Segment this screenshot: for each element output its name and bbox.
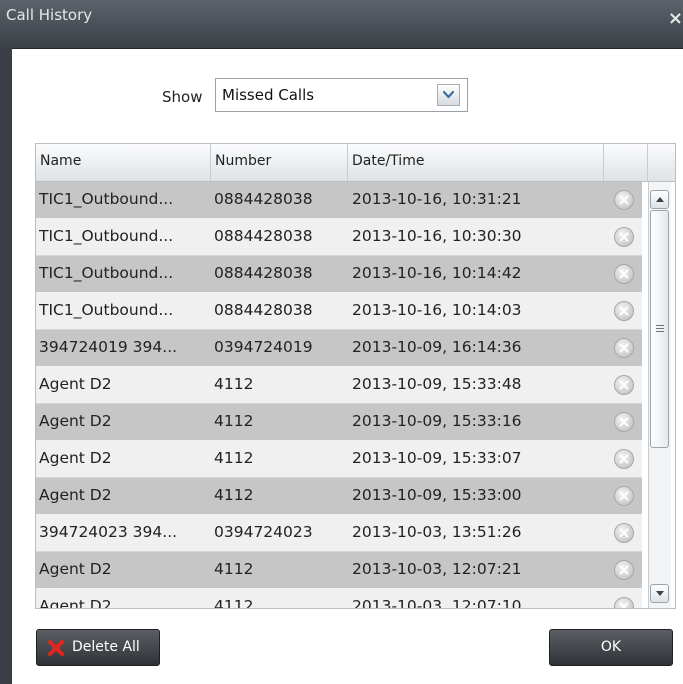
row-number: 4112 xyxy=(214,597,254,609)
row-number: 0394724019 xyxy=(214,338,313,356)
chevron-down-icon[interactable] xyxy=(437,84,460,106)
table-row[interactable]: Agent D2 4112 2013-10-09, 15:33:00 xyxy=(36,478,642,515)
thumb-grip-line xyxy=(656,331,664,332)
row-number: 0884428038 xyxy=(214,227,313,245)
call-history-table: Name Number Date/Time TIC1_Outbound... 08… xyxy=(35,143,676,609)
row-datetime: 2013-10-16, 10:31:21 xyxy=(352,190,522,208)
show-filter-value: Missed Calls xyxy=(222,86,315,104)
column-header-name[interactable]: Name xyxy=(36,144,211,181)
red-x-icon xyxy=(47,639,65,661)
row-number: 4112 xyxy=(214,449,254,467)
row-datetime: 2013-10-16, 10:14:03 xyxy=(352,301,522,319)
table-row[interactable]: Agent D2 4112 2013-10-03, 12:07:21 xyxy=(36,552,642,589)
circle-x-icon[interactable] xyxy=(614,338,634,358)
row-datetime: 2013-10-09, 15:33:07 xyxy=(352,449,522,467)
row-datetime: 2013-10-03, 12:07:10 xyxy=(352,597,522,609)
row-datetime: 2013-10-09, 15:33:00 xyxy=(352,486,522,504)
row-number: 4112 xyxy=(214,375,254,393)
table-row[interactable]: Agent D2 4112 2013-10-09, 15:33:48 xyxy=(36,367,642,404)
circle-x-icon[interactable] xyxy=(614,375,634,395)
ok-button[interactable]: OK xyxy=(549,629,673,666)
circle-x-icon[interactable] xyxy=(614,412,634,432)
table-row[interactable]: TIC1_Outbound... 0884428038 2013-10-16, 10… xyxy=(36,182,642,219)
row-number: 0884428038 xyxy=(214,301,313,319)
circle-x-icon[interactable] xyxy=(614,190,634,210)
row-name: TIC1_Outbound... xyxy=(39,190,174,208)
row-datetime: 2013-10-03, 13:51:26 xyxy=(352,523,522,541)
row-name: 394724023 394... xyxy=(39,523,178,541)
row-datetime: 2013-10-16, 10:30:30 xyxy=(352,227,522,245)
table-row[interactable]: 394724019 394... 0394724019 2013-10-09, 16… xyxy=(36,330,642,367)
row-name: TIC1_Outbound... xyxy=(39,301,174,319)
table-row[interactable]: TIC1_Outbound... 0884428038 2013-10-16, 10… xyxy=(36,219,642,256)
row-name: Agent D2 xyxy=(39,597,112,609)
thumb-grip-line xyxy=(656,328,664,329)
table-header: Name Number Date/Time xyxy=(36,144,675,182)
show-filter-label: Show xyxy=(162,88,203,106)
row-datetime: 2013-10-09, 15:33:16 xyxy=(352,412,522,430)
row-name: Agent D2 xyxy=(39,449,112,467)
table-row[interactable]: 394724023 394... 0394724023 2013-10-03, 13… xyxy=(36,515,642,552)
table-row[interactable]: TIC1_Outbound... 0884428038 2013-10-16, 10… xyxy=(36,256,642,293)
circle-x-icon[interactable] xyxy=(614,597,634,608)
close-icon[interactable]: × xyxy=(668,10,683,28)
row-name: Agent D2 xyxy=(39,560,112,578)
circle-x-icon[interactable] xyxy=(614,449,634,469)
row-number: 4112 xyxy=(214,486,254,504)
circle-x-icon[interactable] xyxy=(614,227,634,247)
row-datetime: 2013-10-09, 16:14:36 xyxy=(352,338,522,356)
call-history-window: Call History × Show Missed Calls Name Nu… xyxy=(0,0,683,684)
show-filter-select[interactable]: Missed Calls xyxy=(215,78,468,112)
row-number: 4112 xyxy=(214,560,254,578)
row-number: 0394724023 xyxy=(214,523,313,541)
column-header-datetime[interactable]: Date/Time xyxy=(348,144,604,181)
row-number: 4112 xyxy=(214,412,254,430)
circle-x-icon[interactable] xyxy=(614,560,634,580)
ok-label: OK xyxy=(600,639,622,655)
row-datetime: 2013-10-16, 10:14:42 xyxy=(352,264,522,282)
title-bar: Call History × xyxy=(0,0,683,49)
thumb-grip-line xyxy=(656,325,664,326)
scroll-down-button[interactable] xyxy=(650,584,669,603)
column-header-number[interactable]: Number xyxy=(211,144,348,181)
window-left-border xyxy=(0,48,12,684)
table-row[interactable]: TIC1_Outbound... 0884428038 2013-10-16, 10… xyxy=(36,293,642,330)
vertical-scrollbar[interactable] xyxy=(648,182,671,608)
delete-all-button[interactable]: Delete All xyxy=(36,629,160,666)
table-rows: TIC1_Outbound... 0884428038 2013-10-16, 10… xyxy=(36,182,642,609)
row-name: Agent D2 xyxy=(39,412,112,430)
table-row[interactable]: Agent D2 4112 2013-10-03, 12:07:10 xyxy=(36,589,642,609)
column-header-delete xyxy=(604,144,648,181)
table-row[interactable]: Agent D2 4112 2013-10-09, 15:33:07 xyxy=(36,441,642,478)
window-title: Call History xyxy=(6,6,93,24)
row-datetime: 2013-10-09, 15:33:48 xyxy=(352,375,522,393)
row-name: 394724019 394... xyxy=(39,338,178,356)
row-datetime: 2013-10-03, 12:07:21 xyxy=(352,560,522,578)
row-name: TIC1_Outbound... xyxy=(39,227,174,245)
circle-x-icon[interactable] xyxy=(614,486,634,506)
row-name: TIC1_Outbound... xyxy=(39,264,174,282)
circle-x-icon[interactable] xyxy=(614,264,634,284)
scroll-up-button[interactable] xyxy=(650,190,669,209)
delete-all-label: Delete All xyxy=(72,639,140,655)
scroll-thumb[interactable] xyxy=(650,210,669,448)
circle-x-icon[interactable] xyxy=(614,301,634,321)
table-row[interactable]: Agent D2 4112 2013-10-09, 15:33:16 xyxy=(36,404,642,441)
row-name: Agent D2 xyxy=(39,486,112,504)
row-number: 0884428038 xyxy=(214,190,313,208)
row-name: Agent D2 xyxy=(39,375,112,393)
row-number: 0884428038 xyxy=(214,264,313,282)
circle-x-icon[interactable] xyxy=(614,523,634,543)
